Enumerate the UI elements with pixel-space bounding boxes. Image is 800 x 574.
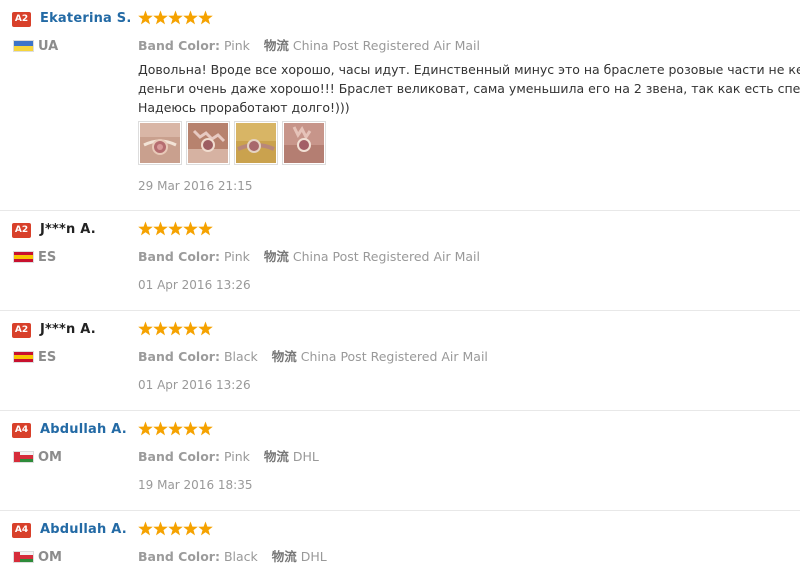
comment-line: Довольна! Вроде все хорошо, часы идут. Е… [138,62,800,77]
order-info: Band Color: Pink 物流 DHL [138,446,319,465]
comment-line: Надеюсь проработают долго!))) [138,100,350,115]
band-color-value: Black [223,349,258,364]
review-photos [138,121,330,165]
review-comment: Довольна! Вроде все хорошо, часы идут. Е… [138,60,800,117]
review-photo-thumbnail[interactable] [234,121,278,165]
buyer-country: OM [38,450,62,465]
shipping-method: China Post Registered Air Mail [292,38,480,53]
band-color-label: Band Color: [138,38,220,53]
shipping-method: DHL [300,549,327,564]
five-stars-icon [138,421,213,436]
buyer-country: ES [38,250,57,265]
review-date: 19 Mar 2016 18:35 [138,478,253,492]
flag-es-icon [13,351,34,363]
shipping-label: 物流 [271,549,297,564]
band-color-value: Pink [223,38,250,53]
buyer-country: UA [38,39,59,54]
five-stars-icon [138,321,213,336]
flag-om-icon [13,451,34,463]
band-color-value: Pink [223,249,250,264]
band-color-value: Pink [223,449,250,464]
review-date: 29 Mar 2016 21:15 [138,179,253,193]
order-info: Band Color: Pink 物流 China Post Registere… [138,35,480,54]
buyer-name: J***n A. [40,222,96,237]
buyer-name[interactable]: Abdullah A. [40,522,127,537]
buyer-level-badge: A4 [12,423,31,438]
buyer-level-badge: A4 [12,523,31,538]
star-rating [138,321,214,339]
five-stars-icon [138,10,213,25]
review-item: A2 Ekaterina S. UA Band Color: Pink 物流 C… [0,0,800,211]
band-color-label: Band Color: [138,549,220,564]
review-item: A4 Abdullah A. OM Band Color: Pink 物流 DH… [0,411,800,511]
shipping-label: 物流 [263,449,289,464]
five-stars-icon [138,221,213,236]
star-rating [138,521,214,539]
star-rating [138,421,214,439]
shipping-method: China Post Registered Air Mail [300,349,488,364]
band-color-label: Band Color: [138,449,220,464]
review-photo-thumbnail[interactable] [282,121,326,165]
review-photo-thumbnail[interactable] [138,121,182,165]
buyer-country: ES [38,350,57,365]
flag-ua-icon [13,40,34,52]
shipping-label: 物流 [271,349,297,364]
review-item: A2 J***n A. ES Band Color: Pink 物流 China… [0,211,800,311]
star-rating [138,221,214,239]
buyer-country: OM [38,550,62,565]
shipping-method: DHL [292,449,319,464]
star-rating [138,10,214,28]
comment-line: деньги очень даже хорошо!!! Браслет вели… [138,81,800,96]
buyer-name: J***n A. [40,322,96,337]
shipping-label: 物流 [263,249,289,264]
review-item: A2 J***n A. ES Band Color: Black 物流 Chin… [0,311,800,411]
review-photo-thumbnail[interactable] [186,121,230,165]
five-stars-icon [138,521,213,536]
shipping-method: China Post Registered Air Mail [292,249,480,264]
review-date: 01 Apr 2016 13:26 [138,278,251,292]
order-info: Band Color: Black 物流 China Post Register… [138,346,488,365]
order-info: Band Color: Pink 物流 China Post Registere… [138,246,480,265]
shipping-label: 物流 [263,38,289,53]
buyer-level-badge: A2 [12,12,31,27]
flag-es-icon [13,251,34,263]
review-item: A4 Abdullah A. OM Band Color: Black 物流 D… [0,511,800,574]
buyer-level-badge: A2 [12,323,31,338]
buyer-level-badge: A2 [12,223,31,238]
band-color-label: Band Color: [138,249,220,264]
buyer-name[interactable]: Abdullah A. [40,422,127,437]
band-color-label: Band Color: [138,349,220,364]
review-date: 01 Apr 2016 13:26 [138,378,251,392]
flag-om-icon [13,551,34,563]
buyer-name[interactable]: Ekaterina S. [40,11,131,26]
order-info: Band Color: Black 物流 DHL [138,546,327,565]
band-color-value: Black [223,549,258,564]
